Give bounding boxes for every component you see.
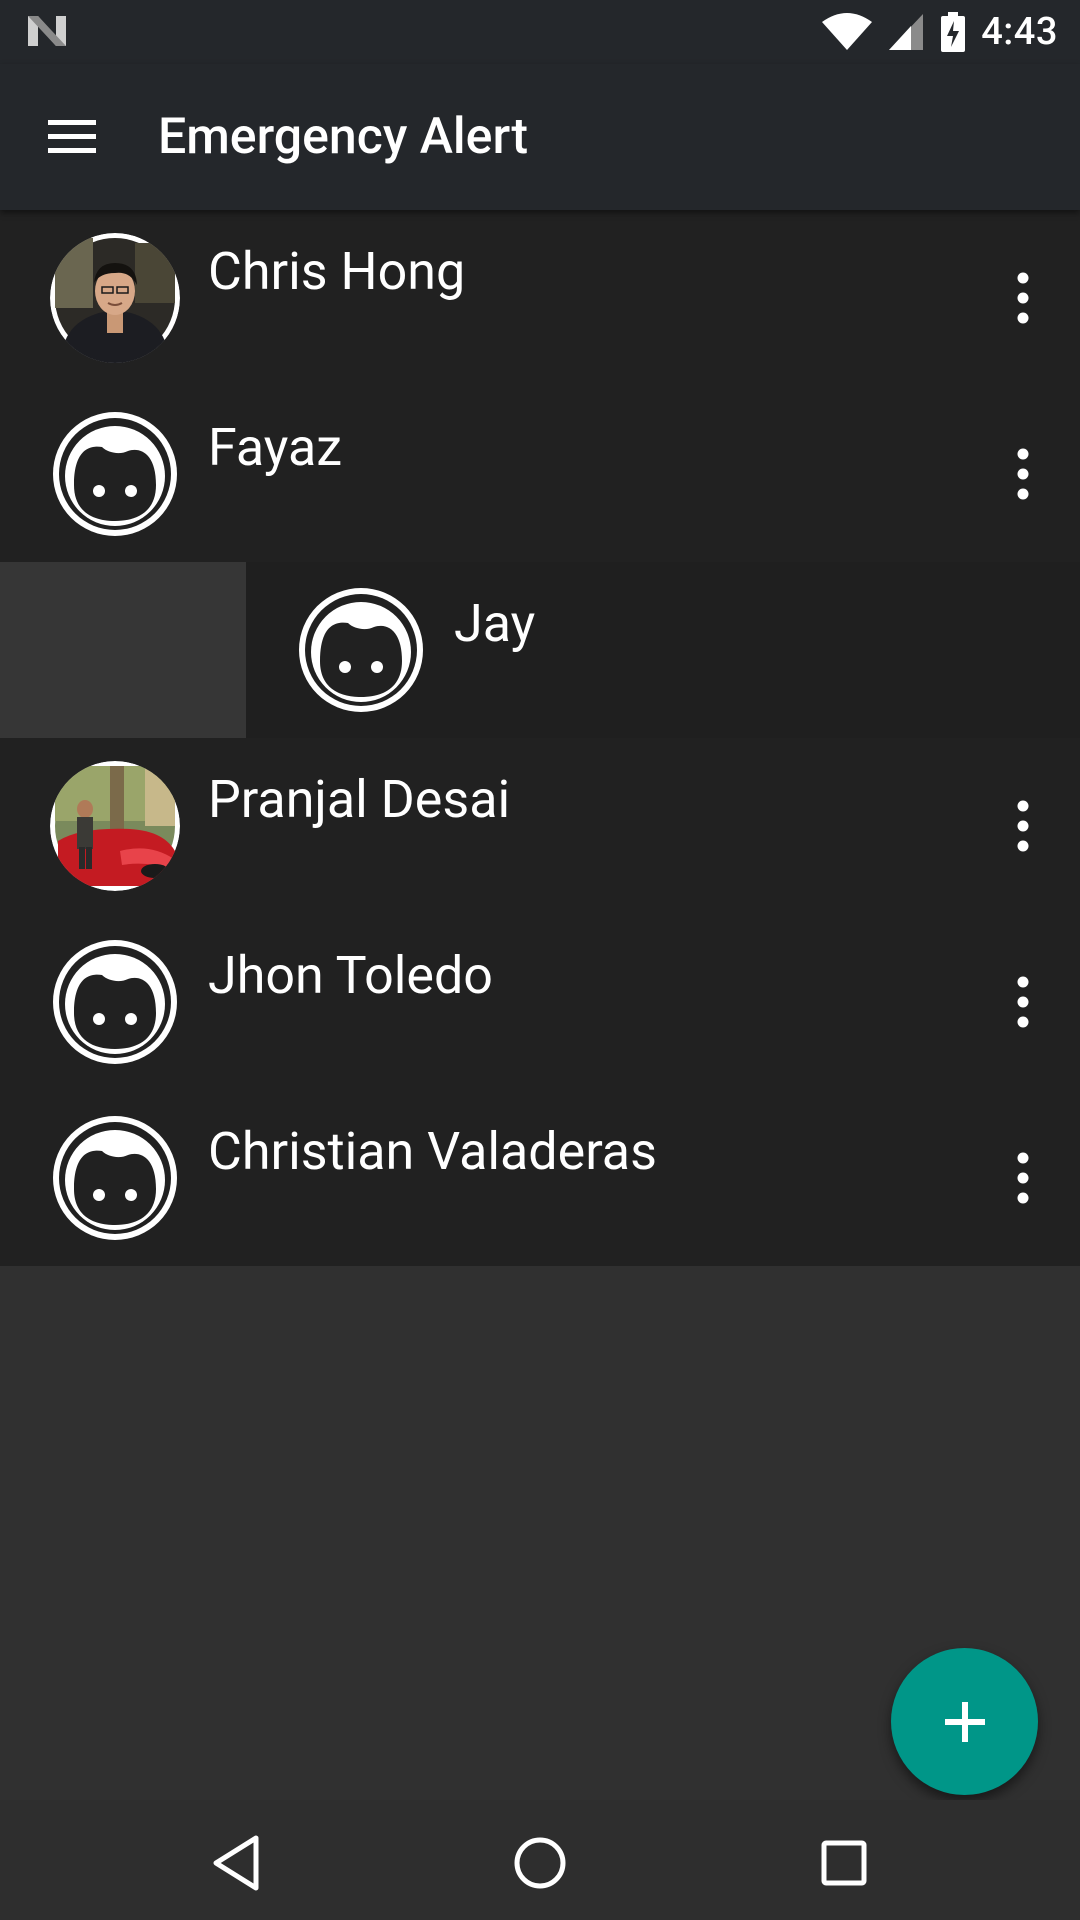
- default-face-icon: [50, 409, 180, 539]
- swipe-content[interactable]: Jay: [246, 562, 1080, 738]
- avatar: [50, 761, 180, 891]
- contact-row-jay[interactable]: Jay: [0, 562, 1080, 738]
- avatar: [50, 233, 180, 363]
- more-vert-icon[interactable]: [996, 270, 1050, 326]
- add-contact-button[interactable]: [891, 1648, 1038, 1795]
- notification-n-icon: [28, 16, 66, 46]
- contact-list: Chris Hong Fayaz Jay Pranjal Desai Jhon …: [0, 210, 1080, 1266]
- add-icon: [945, 1702, 985, 1742]
- hamburger-menu-icon[interactable]: [44, 114, 100, 158]
- default-face-icon: [50, 937, 180, 1067]
- more-vert-icon[interactable]: [996, 974, 1050, 1030]
- cellular-signal-icon: [889, 14, 924, 50]
- contact-name: Pranjal Desai: [208, 769, 511, 830]
- contact-row-jhon-toledo[interactable]: Jhon Toledo: [0, 914, 1080, 1090]
- default-face-icon: [296, 585, 426, 715]
- contact-row-chris-hong[interactable]: Chris Hong: [0, 210, 1080, 386]
- contact-photo: [50, 761, 180, 891]
- more-vert-icon[interactable]: [996, 446, 1050, 502]
- status-bar: 4:43: [0, 0, 1080, 64]
- contact-photo: [50, 233, 180, 363]
- contact-row-fayaz[interactable]: Fayaz: [0, 386, 1080, 562]
- contact-name: Christian Valaderas: [208, 1121, 657, 1182]
- page-title: Emergency Alert: [158, 108, 528, 166]
- status-icons: 4:43: [821, 8, 1058, 56]
- status-time: 4:43: [981, 10, 1058, 54]
- recents-icon[interactable]: [809, 1828, 879, 1898]
- more-vert-icon[interactable]: [996, 1150, 1050, 1206]
- back-icon[interactable]: [202, 1828, 272, 1898]
- contact-row-christian-valaderas[interactable]: Christian Valaderas: [0, 1090, 1080, 1266]
- contact-row-pranjal-desai[interactable]: Pranjal Desai: [0, 738, 1080, 914]
- contact-name: Jay: [454, 593, 536, 654]
- home-icon[interactable]: [505, 1828, 575, 1898]
- navigation-bar: [0, 1800, 1080, 1920]
- default-face-icon: [50, 1113, 180, 1243]
- contact-name: Fayaz: [208, 417, 343, 478]
- contact-name: Jhon Toledo: [208, 945, 493, 1006]
- battery-charging-icon: [941, 12, 966, 52]
- contact-name: Chris Hong: [208, 241, 466, 302]
- app-bar: Emergency Alert: [0, 64, 1080, 210]
- wifi-icon: [822, 13, 873, 50]
- swipe-background: [0, 562, 246, 738]
- more-vert-icon[interactable]: [996, 798, 1050, 854]
